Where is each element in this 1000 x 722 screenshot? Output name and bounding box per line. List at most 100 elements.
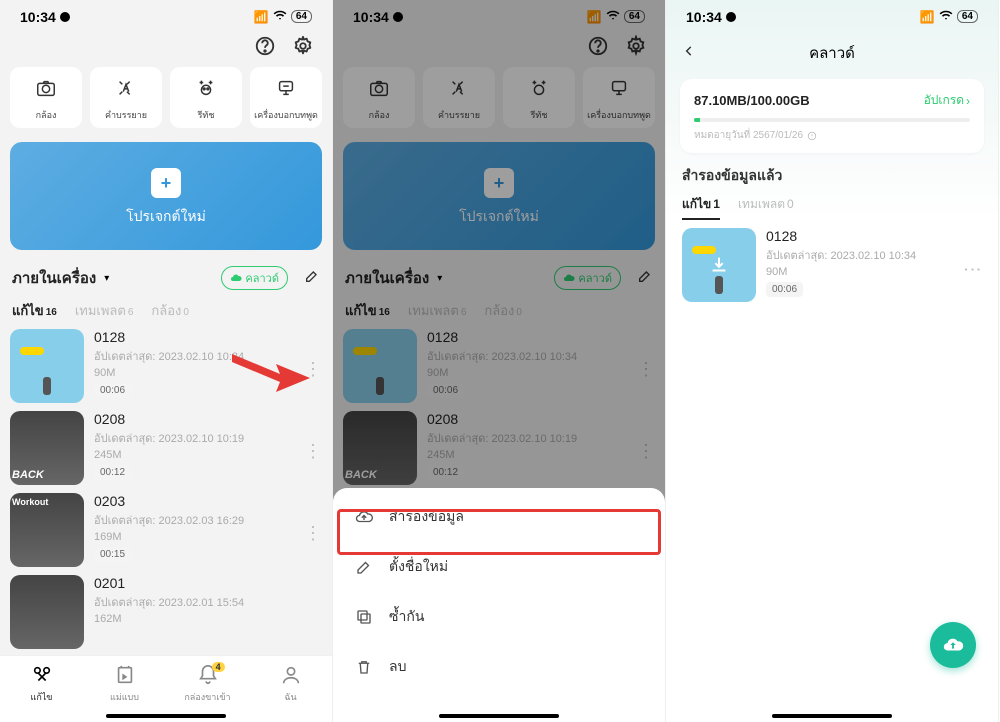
battery-icon: 64 [291, 10, 312, 23]
shortcut-label: เครื่องบอกบทพูด [252, 108, 320, 122]
nav-label: แก้ไข [0, 690, 83, 704]
wifi-icon [273, 8, 287, 25]
download-icon [682, 228, 756, 302]
tab-templates[interactable]: เทมเพลต6 [75, 300, 134, 321]
tab-label: กล้อง [151, 300, 181, 321]
status-bar: 10:34 📶 64 [0, 0, 332, 29]
new-project-button[interactable]: + โปรเจกต์ใหม่ [10, 142, 322, 250]
status-time: 10:34 [686, 9, 722, 25]
shortcut-label: กล้อง [12, 108, 80, 122]
project-item[interactable]: Workout 0203 อัปเดตล่าสุด: 2023.02.03 16… [10, 493, 322, 567]
phone-screen-1: 10:34 📶 64 กล้อง คําบรรยาย รีทัช [0, 0, 333, 722]
upgrade-label: อัปเกรด [924, 91, 964, 110]
status-right: 📶 64 [254, 8, 312, 25]
tab-count: 0 [183, 307, 189, 318]
project-updated: อัปเดตล่าสุด: 2023.02.10 10:34 [766, 246, 982, 264]
shortcut-caption[interactable]: คําบรรยาย [90, 67, 162, 128]
expiry-text: หมดอายุวันที่ 2567/01/26 [694, 128, 970, 143]
home-indicator [439, 714, 559, 718]
tab-label: เทมเพลต [738, 195, 785, 214]
chevron-down-icon[interactable]: ▾ [104, 273, 109, 284]
sheet-label: ลบ [389, 656, 406, 678]
cloud-header: คลาวด์ [666, 29, 998, 73]
cloud-badge-button[interactable]: คลาวด์ [221, 266, 288, 290]
project-item[interactable]: 0201 อัปเดตล่าสุด: 2023.02.01 15:54 162M [10, 575, 322, 649]
project-duration: 00:06 [94, 383, 131, 398]
cloud-tabs: แก้ไข1 เทมเพลต0 [666, 195, 998, 228]
plus-icon: + [151, 168, 181, 198]
project-info: 0203 อัปเดตล่าสุด: 2023.02.03 16:29 169M… [94, 493, 322, 567]
bottomnav-template[interactable]: แม่แบบ [83, 664, 166, 704]
signal-icon: 📶 [920, 10, 935, 24]
shortcuts-row: กล้อง คําบรรยาย รีทัช เครื่องบอกบทพูด [0, 63, 332, 132]
more-icon[interactable]: ⋮ [962, 261, 983, 277]
sheet-delete[interactable]: ลบ [333, 642, 665, 692]
project-name: 0128 [94, 329, 322, 345]
nav-label: ฉัน [249, 690, 332, 704]
signal-icon: 📶 [254, 10, 269, 24]
cloud-upload-fab[interactable] [930, 622, 976, 668]
bottomnav-me[interactable]: ฉัน [249, 664, 332, 704]
project-thumbnail [10, 329, 84, 403]
sheet-label: ตั้งชื่อใหม่ [389, 556, 448, 578]
cloud-badge-label: คลาวด์ [245, 269, 279, 287]
project-updated: อัปเดตล่าสุด: 2023.02.03 16:29 [94, 511, 322, 529]
bottomnav-edit[interactable]: แก้ไข [0, 664, 83, 704]
sheet-label: ซ้ำกัน [389, 606, 424, 628]
tab-edit[interactable]: แก้ไข16 [12, 300, 57, 321]
project-name: 0128 [766, 228, 982, 244]
bottomnav-inbox[interactable]: 4 กล่องขาเข้า [166, 664, 249, 704]
project-info: 0201 อัปเดตล่าสุด: 2023.02.01 15:54 162M [94, 575, 322, 649]
project-name: 0208 [94, 411, 322, 427]
inbox-badge: 4 [212, 662, 225, 672]
help-icon[interactable] [254, 35, 276, 57]
battery-icon: 64 [957, 10, 978, 23]
project-updated: อัปเดตล่าสุด: 2023.02.10 10:19 [94, 429, 322, 447]
chevron-right-icon: › [966, 94, 970, 108]
project-duration: 00:12 [94, 465, 131, 480]
cloud-project-list: 0128 อัปเดตล่าสุด: 2023.02.10 10:34 90M … [666, 228, 998, 302]
edit-icon[interactable] [304, 268, 320, 289]
storage-card: 87.10MB/100.00GB อัปเกรด› หมดอายุวันที่ … [680, 79, 984, 153]
storage-progress [694, 118, 970, 122]
shortcut-retouch[interactable]: รีทัช [170, 67, 242, 128]
project-item[interactable]: 0128 อัปเดตล่าสุด: 2023.02.10 10:34 90M … [682, 228, 982, 302]
moon-icon [60, 12, 70, 22]
new-project-label: โปรเจกต์ใหม่ [10, 206, 322, 228]
phone-screen-2: 10:34 📶64 กล้อง คําบรรยาย รีทัช เครื่องบ… [333, 0, 666, 722]
sheet-duplicate[interactable]: ซ้ำกัน [333, 592, 665, 642]
annotation-highlight [337, 509, 661, 555]
nav-label: กล่องขาเข้า [166, 690, 249, 704]
tab-edit[interactable]: แก้ไข1 [682, 195, 720, 220]
status-bar: 10:34 📶 64 [666, 0, 998, 29]
home-indicator [106, 714, 226, 718]
more-icon[interactable]: ⋮ [304, 441, 320, 462]
tab-count: 0 [787, 197, 794, 211]
tab-count: 16 [46, 307, 57, 318]
settings-icon[interactable] [292, 35, 314, 57]
upgrade-button[interactable]: อัปเกรด› [924, 91, 970, 110]
status-time: 10:34 [20, 9, 56, 25]
project-thumbnail: BACK [10, 411, 84, 485]
project-name: 0201 [94, 575, 322, 591]
project-info: 0208 อัปเดตล่าสุด: 2023.02.10 10:19 245M… [94, 411, 322, 485]
tab-templates[interactable]: เทมเพลต0 [738, 195, 794, 220]
section-row: ภายในเครื่อง ▾ คลาวด์ [0, 260, 332, 296]
tab-camera[interactable]: กล้อง0 [151, 300, 189, 321]
project-item[interactable]: BACK 0208 อัปเดตล่าสุด: 2023.02.10 10:19… [10, 411, 322, 485]
project-size: 169M [94, 531, 322, 543]
project-thumbnail [10, 575, 84, 649]
project-duration: 00:06 [766, 282, 803, 297]
tab-label: แก้ไข [682, 195, 711, 214]
shortcut-label: รีทัช [172, 108, 240, 122]
wifi-icon [939, 8, 953, 25]
bottom-nav: แก้ไข แม่แบบ 4 กล่องขาเข้า ฉัน [0, 655, 332, 722]
cloud-title: คลาวด์ [702, 41, 962, 65]
moon-icon [726, 12, 736, 22]
tab-label: แก้ไข [12, 300, 44, 321]
more-icon[interactable]: ⋮ [304, 523, 320, 544]
shortcut-teleprompter[interactable]: เครื่องบอกบทพูด [250, 67, 322, 128]
project-size: 245M [94, 449, 322, 461]
back-icon[interactable] [682, 44, 702, 63]
shortcut-camera[interactable]: กล้อง [10, 67, 82, 128]
